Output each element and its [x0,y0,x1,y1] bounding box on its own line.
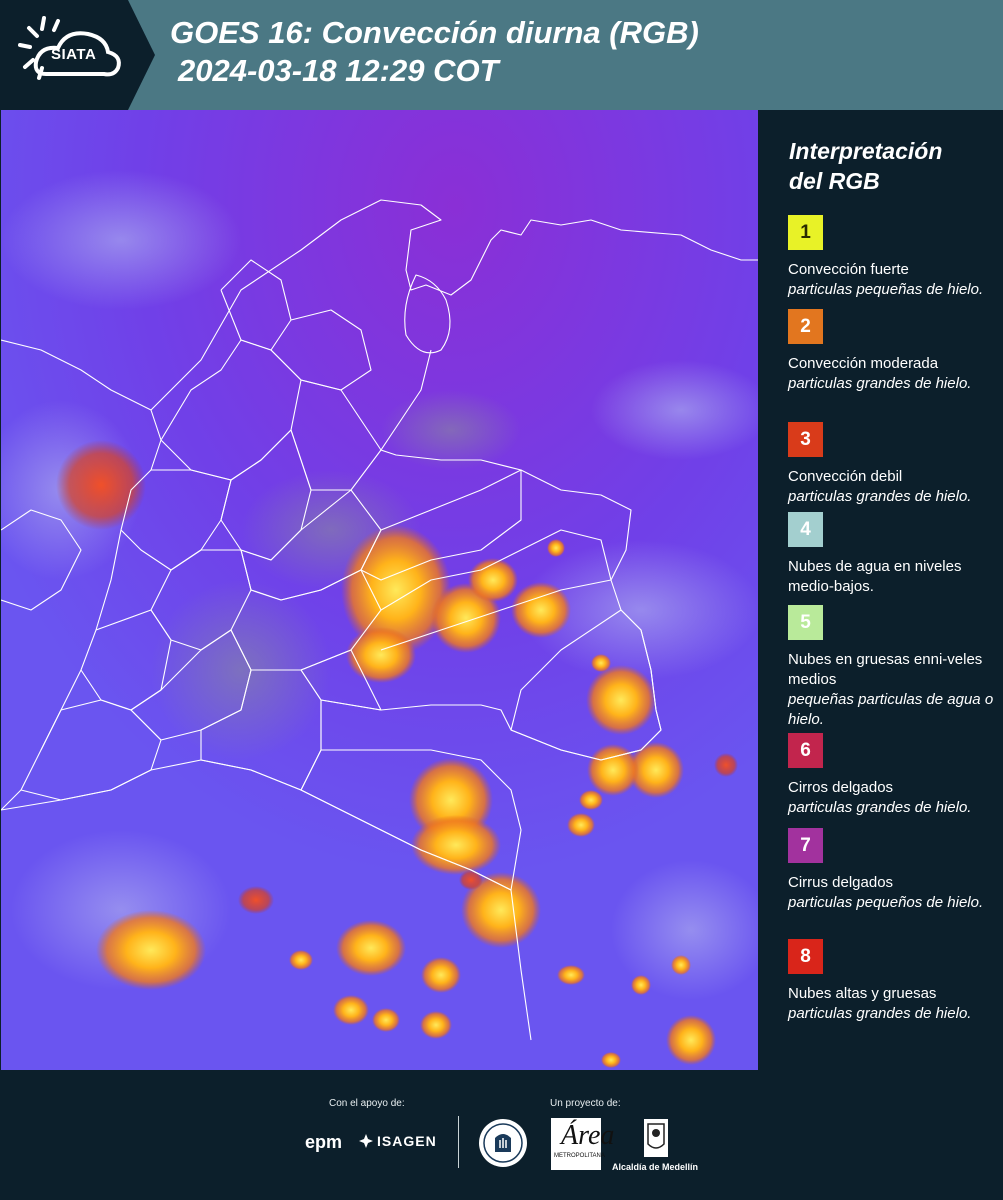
legend-item-label: Convección fuerte [788,261,909,278]
legend-item-6: 6 Cirros delgados particulas grandes de … [788,733,998,818]
legend-item-2: 2 Convección moderada particulas grandes… [788,309,998,394]
legend-swatch-2: 2 [788,309,823,344]
area-logo-subtext: METROPOLITANA [554,1153,605,1159]
support-label: Con el apoyo de: [329,1098,405,1109]
footer-sponsors: Con el apoyo de: Un proyecto de: epm ISA… [0,1070,1003,1200]
legend-swatch-6: 6 [788,733,823,768]
legend-item-description: pequeñas particulas de agua o hielo. [788,691,994,728]
legend-title: Interpretación del RGB [789,136,994,196]
isagen-mark-icon [359,1134,373,1148]
satellite-map[interactable] [1,110,758,1070]
alcaldia-label[interactable]: Alcaldía de Medellín [612,1162,698,1172]
seal-icon [479,1119,527,1167]
legend-item-description: particulas grandes de hielo. [788,1005,972,1022]
legend-item-label: Nubes altas y gruesas [788,985,937,1002]
legend-swatch-4: 4 [788,512,823,547]
isagen-logo[interactable]: ISAGEN [359,1133,437,1149]
legend-item-label: Cirrus delgados [788,874,894,891]
legend-item-label: Convección moderada [788,355,939,372]
alcaldia-shield-icon[interactable] [643,1118,669,1158]
university-seal-logo[interactable] [478,1118,528,1173]
epm-logo[interactable]: epm [305,1132,342,1153]
legend-panel: Interpretación del RGB 1 Convección fuer… [760,110,1003,1070]
satellite-rgb-image [1,110,758,1070]
legend-item-label: Nubes en gruesas enni-veles medios [788,651,983,688]
legend-title-line2: del RGB [789,168,880,194]
project-label: Un proyecto de: [550,1098,621,1109]
legend-item-label: Cirros delgados [788,779,894,796]
legend-item-description: particulas grandes de hielo. [788,799,972,816]
legend-item-5: 5 Nubes en gruesas enni-veles medios peq… [788,605,998,730]
legend-item-label: Convección debil [788,468,903,485]
legend-item-description: particulas pequeñas de hielo. [788,281,984,298]
siata-logo[interactable]: SIATA [0,0,155,110]
logo-text: SIATA [51,46,97,63]
legend-title-line1: Interpretación [789,138,943,164]
page-timestamp: 2024-03-18 12:29 COT [178,53,499,88]
footer-divider [458,1116,459,1168]
area-metropolitana-logo[interactable]: Área METROPOLITANA [551,1118,614,1170]
legend-item-description: particulas grandes de hielo. [788,488,972,505]
legend-item-8: 8 Nubes altas y gruesas particulas grand… [788,939,998,1024]
legend-item-4: 4 Nubes de agua en niveles medio-bajos. [788,512,998,597]
legend-item-label: Nubes de agua en niveles medio-bajos. [788,558,962,595]
legend-swatch-1: 1 [788,215,823,250]
legend-swatch-5: 5 [788,605,823,640]
legend-swatch-8: 8 [788,939,823,974]
legend-item-1: 1 Convección fuerte particulas pequeñas … [788,215,998,300]
header-bar: SIATA GOES 16: Convección diurna (RGB) 2… [0,0,1003,110]
legend-swatch-3: 3 [788,422,823,457]
legend-item-7: 7 Cirrus delgados particulas pequeños de… [788,828,998,913]
legend-item-description: particulas pequeños de hielo. [788,894,984,911]
legend-swatch-7: 7 [788,828,823,863]
legend-item-description: particulas grandes de hielo. [788,375,972,392]
legend-item-3: 3 Convección debil particulas grandes de… [788,422,998,507]
area-logo-text: Área [561,1120,615,1151]
page-title: GOES 16: Convección diurna (RGB) [170,15,699,50]
isagen-label: ISAGEN [377,1133,437,1149]
